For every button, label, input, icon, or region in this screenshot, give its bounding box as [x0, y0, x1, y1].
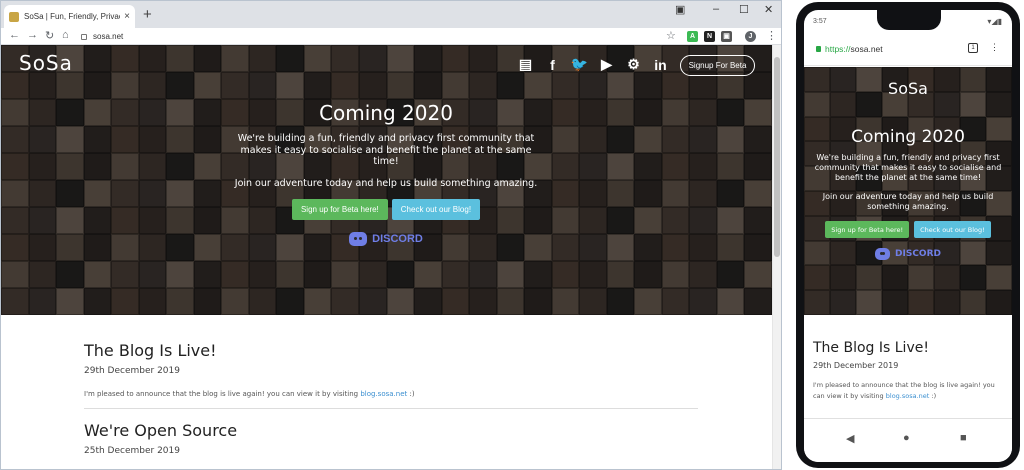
android-nav-bar: ◀ ● ■ — [804, 418, 1012, 462]
discord-label: DISCORD — [895, 249, 941, 259]
post-date: 25th December 2019 — [84, 446, 180, 456]
address-url: sosa.net — [93, 32, 124, 41]
hero-content: Coming 2020 We're building a fun, friend… — [231, 101, 541, 246]
browser-menu-icon[interactable]: ⋮ — [766, 29, 777, 42]
site-logo[interactable]: SoSa — [19, 51, 73, 75]
desktop-browser-window: SoSa | Fun, Friendly, Privacy First × + … — [0, 0, 782, 470]
steam-icon[interactable]: ⚙ — [625, 56, 642, 73]
phone-notch — [877, 10, 941, 30]
phone-blog-posts: The Blog Is Live! 29th December 2019 I'm… — [813, 340, 1003, 402]
social-links: ▤ f 🐦 ▶ ⚙ in — [517, 56, 669, 73]
lock-icon — [816, 46, 821, 52]
status-icons: ▾◢▮ — [987, 17, 1002, 26]
post-body: I'm pleased to announce that the blog is… — [84, 390, 698, 398]
post-date: 29th December 2019 — [84, 366, 180, 376]
phone-address-bar[interactable]: https://sosa.net 1 ⋮ — [804, 32, 1012, 66]
discord-link[interactable]: DISCORD — [812, 248, 1004, 260]
discord-icon — [349, 232, 368, 246]
page-scrollbar[interactable] — [772, 45, 781, 469]
hero-title: Coming 2020 — [851, 127, 965, 147]
post-body-suffix: :) — [407, 390, 415, 398]
blog-button[interactable]: Check out our Blog! — [391, 199, 481, 220]
blog-link[interactable]: blog.sosa.net — [360, 390, 407, 398]
maximize-button[interactable]: ☐ — [739, 3, 749, 16]
discord-link[interactable]: DISCORD — [231, 232, 541, 246]
linkedin-icon[interactable]: in — [652, 56, 669, 73]
new-tab-button[interactable]: + — [143, 7, 152, 22]
address-bar[interactable]: sosa.net — [81, 30, 681, 43]
url-scheme: https:// — [825, 44, 851, 54]
browser-toolbar: ← → ↻ ⌂ sosa.net ☆ A N ▣ J ⋮ — [1, 28, 781, 45]
beta-signup-button[interactable]: Sign up for Beta here! — [291, 199, 388, 220]
blog-posts: The Blog Is Live! 29th December 2019 I'm… — [84, 341, 698, 469]
extension-icon-2[interactable]: N — [704, 31, 715, 42]
news-icon[interactable]: ▤ — [517, 56, 534, 73]
post-title[interactable]: We're Open Source — [84, 421, 698, 440]
site-logo[interactable]: SoSa — [804, 79, 1012, 98]
facebook-icon[interactable]: f — [544, 56, 561, 73]
tab-switcher-button[interactable]: 1 — [968, 43, 978, 53]
post-title[interactable]: The Blog Is Live! — [84, 341, 698, 360]
back-button[interactable]: ← — [9, 29, 20, 41]
nav-home-button[interactable]: ● — [903, 432, 910, 444]
discord-label: DISCORD — [372, 233, 423, 245]
phone-url: https://sosa.net — [825, 44, 883, 54]
nav-recent-button[interactable]: ■ — [960, 432, 967, 444]
minimize-button[interactable]: – — [713, 3, 719, 15]
forward-button[interactable]: → — [27, 29, 38, 41]
home-button[interactable]: ⌂ — [62, 29, 69, 41]
phone-menu-icon[interactable]: ⋮ — [990, 42, 999, 53]
blog-post: The Blog Is Live! 29th December 2019 I'm… — [84, 341, 698, 398]
hero-text: We're building a fun, friendly and priva… — [237, 133, 535, 167]
hero-section: SoSa ▤ f 🐦 ▶ ⚙ in Signup For Beta Coming… — [1, 45, 772, 315]
hero-text-join: Join our adventure today and help us bui… — [234, 177, 538, 189]
phone-device: 3:57 ▾◢▮ https://sosa.net 1 ⋮ SoSa Comin… — [796, 2, 1020, 468]
extension-icon-3[interactable]: ▣ — [721, 31, 732, 42]
blog-button[interactable]: Check out our Blog! — [914, 221, 991, 238]
hero-buttons: Sign up for Beta here! Check out our Blo… — [231, 199, 541, 220]
hero-text: We're building a fun, friendly and priva… — [814, 153, 1002, 182]
hero-buttons: Sign up for Beta here! Check out our Blo… — [812, 221, 1004, 238]
signup-for-beta-button[interactable]: Signup For Beta — [680, 55, 755, 76]
nav-back-button[interactable]: ◀ — [846, 432, 854, 445]
extension-icon-1[interactable]: A — [687, 31, 698, 42]
post-date: 29th December 2019 — [813, 361, 899, 370]
tab-close-icon[interactable]: × — [124, 11, 130, 22]
profile-icon[interactable]: ▣ — [675, 3, 685, 16]
browser-tab[interactable]: SoSa | Fun, Friendly, Privacy First × — [4, 5, 135, 28]
tab-title: SoSa | Fun, Friendly, Privacy First — [24, 12, 120, 21]
post-body: I'm pleased to announce that the blog is… — [813, 380, 1003, 402]
hero-content: Coming 2020 We're building a fun, friend… — [812, 127, 1004, 260]
discord-icon — [875, 248, 891, 260]
post-body-text: I'm pleased to announce that the blog is… — [84, 390, 359, 398]
phone-hero-section: SoSa Coming 2020 We're building a fun, f… — [804, 67, 1012, 315]
blog-link[interactable]: blog.sosa.net — [886, 392, 930, 400]
favicon-icon — [9, 11, 19, 22]
phone-screen: 3:57 ▾◢▮ https://sosa.net 1 ⋮ SoSa Comin… — [804, 10, 1012, 462]
url-host: sosa.net — [850, 44, 883, 54]
post-title[interactable]: The Blog Is Live! — [813, 340, 1003, 356]
bookmark-star-icon[interactable]: ☆ — [666, 29, 676, 42]
post-body-suffix: :) — [929, 392, 937, 400]
scrollbar-thumb[interactable] — [774, 57, 780, 257]
beta-signup-button[interactable]: Sign up for Beta here! — [825, 221, 910, 238]
account-avatar[interactable]: J — [745, 31, 756, 42]
blog-post: We're Open Source 25th December 2019 — [84, 421, 698, 456]
post-divider — [84, 408, 698, 409]
hero-text-join: Join our adventure today and help us bui… — [822, 192, 994, 211]
tab-strip: SoSa | Fun, Friendly, Privacy First × + … — [1, 1, 781, 28]
twitter-icon[interactable]: 🐦 — [571, 56, 588, 73]
reload-button[interactable]: ↻ — [45, 29, 54, 42]
close-window-button[interactable]: ✕ — [764, 3, 773, 16]
hero-title: Coming 2020 — [319, 101, 453, 125]
status-time: 3:57 — [813, 18, 827, 25]
youtube-icon[interactable]: ▶ — [598, 56, 615, 73]
lock-icon — [81, 33, 87, 40]
